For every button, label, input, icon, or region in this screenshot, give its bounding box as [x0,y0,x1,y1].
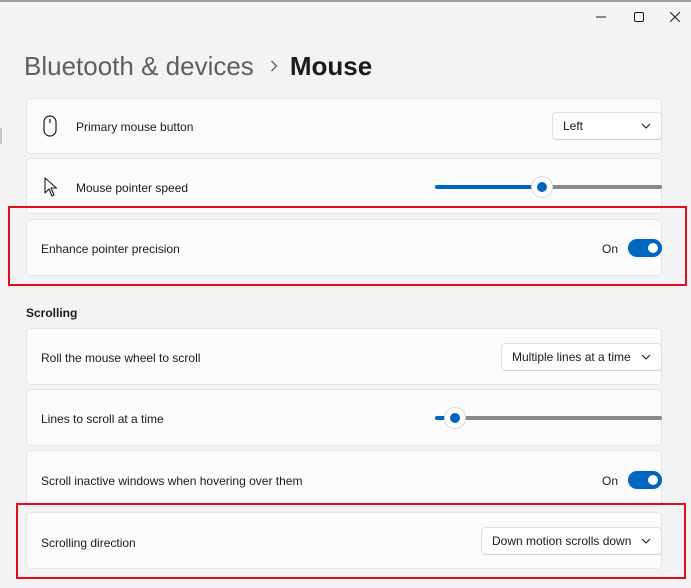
maximize-icon [634,12,644,22]
pointer-speed-slider[interactable] [435,177,662,197]
setting-card-pointer-speed: Mouse pointer speed [26,158,662,214]
dropdown-value: Left [563,119,584,133]
setting-card-enhance-pointer-precision: Enhance pointer precision On [26,219,662,276]
scrolling-direction-dropdown[interactable]: Down motion scrolls down [481,527,662,555]
minimize-icon [596,16,606,18]
setting-card-lines-to-scroll: Lines to scroll at a time [26,389,662,446]
slider-track [546,185,662,189]
maximize-button[interactable] [624,6,654,28]
enhance-precision-state: On [602,242,619,256]
enhance-precision-label: Enhance pointer precision [41,242,180,256]
inactive-windows-state: On [602,474,619,488]
setting-card-primary-mouse-button: Primary mouse button Left [26,98,662,154]
roll-wheel-label: Roll the mouse wheel to scroll [41,351,201,365]
lines-to-scroll-label: Lines to scroll at a time [41,412,164,426]
primary-mouse-button-dropdown[interactable]: Left [552,112,662,140]
enhance-precision-toggle[interactable] [628,239,662,257]
setting-card-scrolling-direction: Scrolling direction Down motion scrolls … [26,512,662,569]
setting-card-inactive-windows: Scroll inactive windows when hovering ov… [26,450,662,507]
inactive-windows-toggle[interactable] [628,471,662,489]
breadcrumb-parent-link[interactable]: Bluetooth & devices [24,51,254,82]
lines-to-scroll-slider[interactable] [435,408,662,428]
pointer-speed-label: Mouse pointer speed [76,181,189,195]
close-icon [670,12,680,22]
slider-thumb[interactable] [445,408,465,428]
inactive-windows-label: Scroll inactive windows when hovering ov… [41,474,303,488]
dropdown-value: Down motion scrolls down [492,534,632,548]
toggle-knob [648,243,658,253]
pointer-icon [44,177,58,202]
primary-mouse-button-label: Primary mouse button [76,120,194,134]
slider-thumb[interactable] [532,177,552,197]
setting-card-roll-wheel: Roll the mouse wheel to scroll Multiple … [26,328,662,385]
chevron-down-icon [641,538,651,544]
scrolling-direction-label: Scrolling direction [41,536,136,550]
mouse-icon [43,115,57,142]
minimize-button[interactable] [586,6,616,28]
breadcrumb: Bluetooth & devices Mouse [24,48,372,84]
slider-fill [435,185,538,189]
chevron-down-icon [641,123,651,129]
close-button[interactable] [660,6,690,28]
section-title-scrolling: Scrolling [26,306,78,320]
dropdown-value: Multiple lines at a time [512,350,631,364]
sidebar-edge [0,128,2,144]
window-top-border [0,0,691,2]
page-title: Mouse [289,50,373,81]
roll-wheel-dropdown[interactable]: Multiple lines at a time [501,343,662,371]
chevron-right-icon [270,60,278,72]
toggle-knob [648,475,658,485]
chevron-down-icon [641,354,651,360]
slider-track [459,416,662,420]
